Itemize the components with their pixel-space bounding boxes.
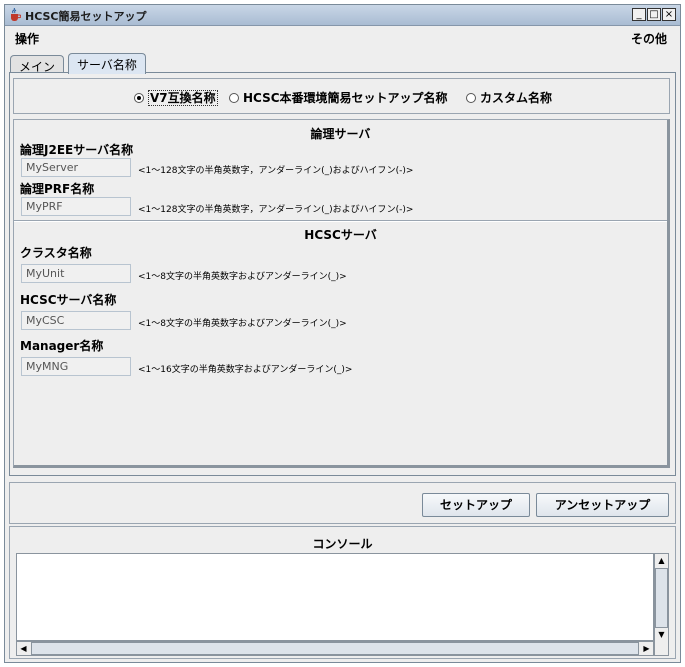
cluster-name-field[interactable]: MyUnit — [21, 264, 131, 283]
manager-name-label: Manager名称 — [20, 339, 104, 353]
console-title: コンソール — [312, 537, 373, 551]
server-name-panel: V7互換名称 HCSC本番環境簡易セットアップ名称 カスタム名称 論理サーバ 論… — [9, 72, 676, 476]
minimize-button[interactable]: _ — [632, 8, 646, 21]
hcsc-server-name-label: HCSCサーバ名称 — [20, 293, 117, 307]
radio-label: HCSC本番環境簡易セットアップ名称 — [243, 91, 448, 105]
radio-label: V7互換名称 — [148, 90, 218, 106]
j2ee-server-name-field[interactable]: MyServer — [21, 158, 131, 177]
section-heading-hcsc-server: HCSCサーバ — [304, 228, 377, 242]
scroll-left-icon[interactable]: ◀ — [17, 642, 30, 655]
naming-option-group: V7互換名称 HCSC本番環境簡易セットアップ名称 カスタム名称 — [13, 78, 670, 114]
radio-label: カスタム名称 — [480, 91, 553, 105]
console-output[interactable] — [16, 553, 654, 641]
j2ee-server-name-label: 論理J2EEサーバ名称 — [20, 143, 134, 157]
horizontal-scroll-thumb[interactable] — [31, 642, 639, 655]
maximize-button[interactable]: □ — [647, 8, 661, 21]
cluster-name-label: クラスタ名称 — [20, 246, 92, 260]
radio-v7-compatible[interactable]: V7互換名称 — [134, 89, 218, 106]
prf-name-hint: <1～128文字の半角英数字，アンダーライン(_)およびハイフン(-)> — [138, 205, 414, 215]
radio-selected-icon — [134, 93, 144, 103]
hcsc-server-name-hint: <1～8文字の半角英数字およびアンダーライン(_)> — [138, 319, 347, 329]
tab-server-name[interactable]: サーバ名称 — [68, 53, 146, 74]
radio-custom[interactable]: カスタム名称 — [466, 89, 552, 105]
prf-name-label: 論理PRF名称 — [20, 182, 95, 196]
section-divider — [14, 220, 667, 222]
vertical-scrollbar[interactable]: ▲ ▼ — [654, 553, 669, 656]
menu-operation[interactable]: 操作 — [15, 30, 39, 47]
title-bar[interactable]: HCSC簡易セットアップ _ □ × — [5, 5, 680, 26]
scroll-down-icon[interactable]: ▼ — [655, 628, 668, 641]
app-window: HCSC簡易セットアップ _ □ × 操作 その他 メイン サーバ名称 V7互換… — [4, 4, 681, 663]
j2ee-server-name-hint: <1～128文字の半角英数字，アンダーライン(_)およびハイフン(-)> — [138, 166, 414, 176]
name-settings-form: 論理サーバ 論理J2EEサーバ名称 MyServer <1～128文字の半角英数… — [13, 119, 670, 468]
prf-name-field[interactable]: MyPRF — [21, 197, 131, 216]
console-panel: コンソール ▲ ▼ ◀ ▶ — [9, 526, 676, 659]
close-button[interactable]: × — [662, 8, 676, 21]
manager-name-hint: <1～16文字の半角英数字およびアンダーライン(_)> — [138, 365, 353, 375]
vertical-scroll-thumb[interactable] — [655, 568, 668, 628]
radio-hcsc-production[interactable]: HCSC本番環境簡易セットアップ名称 — [229, 89, 448, 105]
cluster-name-hint: <1～8文字の半角英数字およびアンダーライン(_)> — [138, 272, 347, 282]
section-heading-logical-server: 論理サーバ — [310, 127, 371, 141]
radio-unselected-icon — [466, 93, 476, 103]
horizontal-scrollbar[interactable]: ◀ ▶ — [16, 641, 654, 656]
unsetup-button[interactable]: アンセットアップ — [536, 493, 669, 517]
java-cup-icon — [11, 8, 21, 21]
scroll-up-icon[interactable]: ▲ — [655, 554, 668, 567]
setup-button[interactable]: セットアップ — [422, 493, 530, 517]
action-button-bar: セットアップ アンセットアップ — [9, 482, 676, 524]
menu-bar: 操作 その他 — [5, 26, 680, 48]
radio-unselected-icon — [229, 93, 239, 103]
window-title: HCSC簡易セットアップ — [25, 10, 147, 23]
hcsc-server-name-field[interactable]: MyCSC — [21, 311, 131, 330]
scroll-right-icon[interactable]: ▶ — [640, 642, 653, 655]
manager-name-field[interactable]: MyMNG — [21, 357, 131, 376]
menu-other[interactable]: その他 — [631, 30, 667, 47]
